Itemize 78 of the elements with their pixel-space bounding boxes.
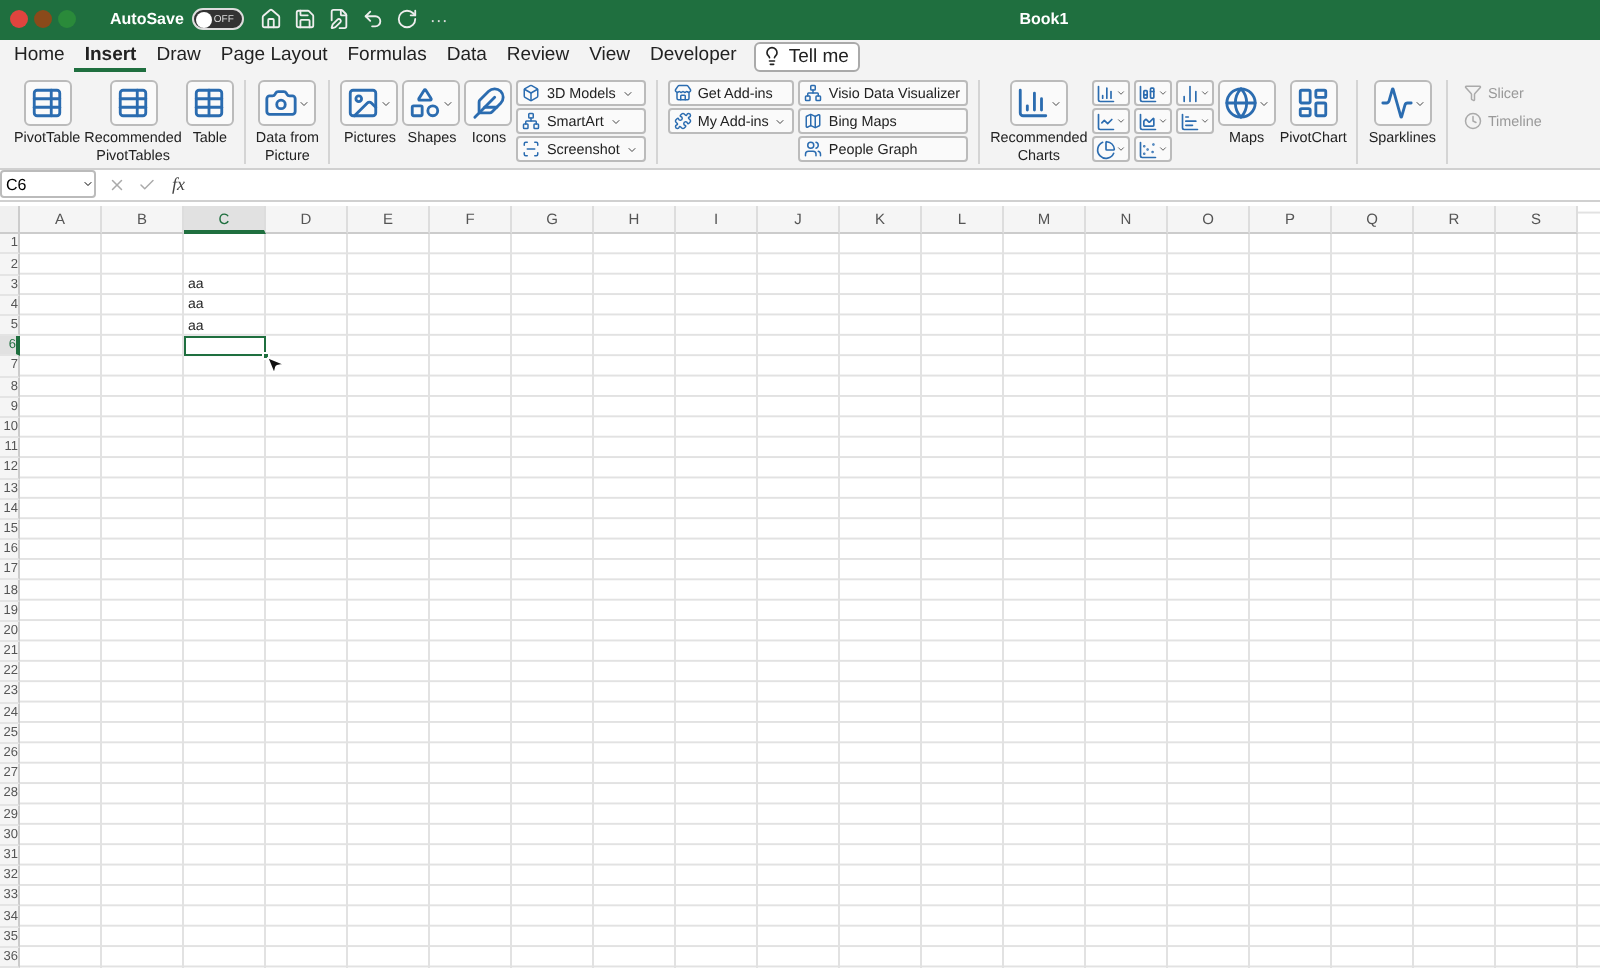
caret-icon	[1049, 97, 1062, 110]
cursor-icon	[264, 354, 286, 376]
people-icon	[804, 140, 823, 159]
shapes-icon	[408, 86, 443, 121]
chart-type-button[interactable]	[1175, 80, 1214, 107]
caret-icon	[774, 115, 787, 128]
ribbon-tab[interactable]: Home	[4, 40, 75, 73]
line-chart-icon	[1095, 111, 1116, 132]
window-title: Book1	[1017, 10, 1071, 29]
undo-icon[interactable]	[361, 8, 384, 31]
chart-type-button[interactable]	[1091, 108, 1130, 135]
insert-function-button[interactable]: fx	[172, 174, 185, 195]
scatter-chart-icon	[1137, 139, 1158, 160]
caret-icon	[442, 97, 455, 110]
name-box[interactable]: C6	[0, 170, 96, 199]
save-icon[interactable]	[293, 8, 316, 31]
caret-icon	[621, 87, 634, 100]
caret-icon	[1157, 144, 1168, 155]
screenshot-icon	[522, 140, 541, 159]
caret-icon	[625, 143, 638, 156]
caret-icon	[1115, 144, 1126, 155]
area-chart-icon	[1137, 111, 1158, 132]
redo-icon[interactable]	[395, 8, 418, 31]
autosave-label: AutoSave	[110, 10, 184, 29]
bar-chart-icon	[1179, 111, 1200, 132]
map-icon	[804, 112, 823, 131]
caret-icon	[1257, 97, 1270, 110]
ribbon-tab[interactable]: Review	[496, 40, 580, 73]
pie-chart-icon	[1095, 139, 1116, 160]
home-icon[interactable]	[259, 8, 282, 31]
clock-icon	[1463, 112, 1482, 131]
ribbon-tab[interactable]: Draw	[146, 40, 211, 73]
chart-icon	[1015, 86, 1050, 121]
ribbon-tab[interactable]: Developer	[640, 40, 747, 73]
column-chart-icon	[1095, 83, 1116, 104]
puzzle-icon	[673, 112, 692, 131]
diagram-icon	[804, 84, 823, 103]
lightbulb-icon	[762, 46, 783, 67]
chart-type-button[interactable]	[1133, 136, 1172, 163]
pivot-table-icon	[116, 86, 151, 121]
caret-icon	[1157, 116, 1168, 127]
ribbon-tab[interactable]: Page Layout	[210, 40, 338, 73]
caret-icon	[298, 97, 311, 110]
tell-me-field[interactable]: Tell me	[754, 41, 861, 72]
stacked-chart-icon	[1137, 83, 1158, 104]
chart-type-button[interactable]	[1091, 136, 1130, 163]
ribbon-tab[interactable]: Formulas	[337, 40, 437, 73]
ribbon-tab[interactable]: Data	[436, 40, 497, 73]
chart-type-button[interactable]	[1175, 108, 1214, 135]
cube-icon	[522, 84, 541, 103]
chart-type-button[interactable]	[1133, 108, 1172, 135]
chart-type-button[interactable]	[1133, 80, 1172, 107]
pivot-chart-icon	[1296, 86, 1331, 121]
caret-icon	[380, 97, 393, 110]
edit-file-icon[interactable]	[327, 8, 350, 31]
caret-icon	[1413, 97, 1426, 110]
chart-type-button[interactable]	[1091, 80, 1130, 107]
caret-icon	[1199, 88, 1210, 99]
caret-icon	[609, 115, 622, 128]
ribbon-tab[interactable]: View	[579, 40, 640, 73]
caret-icon	[1199, 116, 1210, 127]
diagram-icon	[522, 112, 541, 131]
caret-icon	[1115, 116, 1126, 127]
waterfall-chart-icon	[1179, 83, 1200, 104]
globe-icon	[1223, 86, 1258, 121]
sparkline-icon	[1379, 86, 1414, 121]
feather-icon	[471, 86, 506, 121]
store-icon	[673, 84, 692, 103]
caret-icon	[1157, 88, 1168, 99]
image-icon	[346, 86, 381, 121]
spinner-icon[interactable]	[82, 178, 94, 191]
table-icon	[192, 86, 227, 121]
more-button[interactable]: ···	[429, 9, 448, 30]
camera-icon	[264, 86, 299, 121]
pivot-table-icon	[30, 86, 65, 121]
caret-icon	[1115, 88, 1126, 99]
active-cell[interactable]	[184, 336, 266, 357]
filter-icon	[1463, 84, 1482, 103]
